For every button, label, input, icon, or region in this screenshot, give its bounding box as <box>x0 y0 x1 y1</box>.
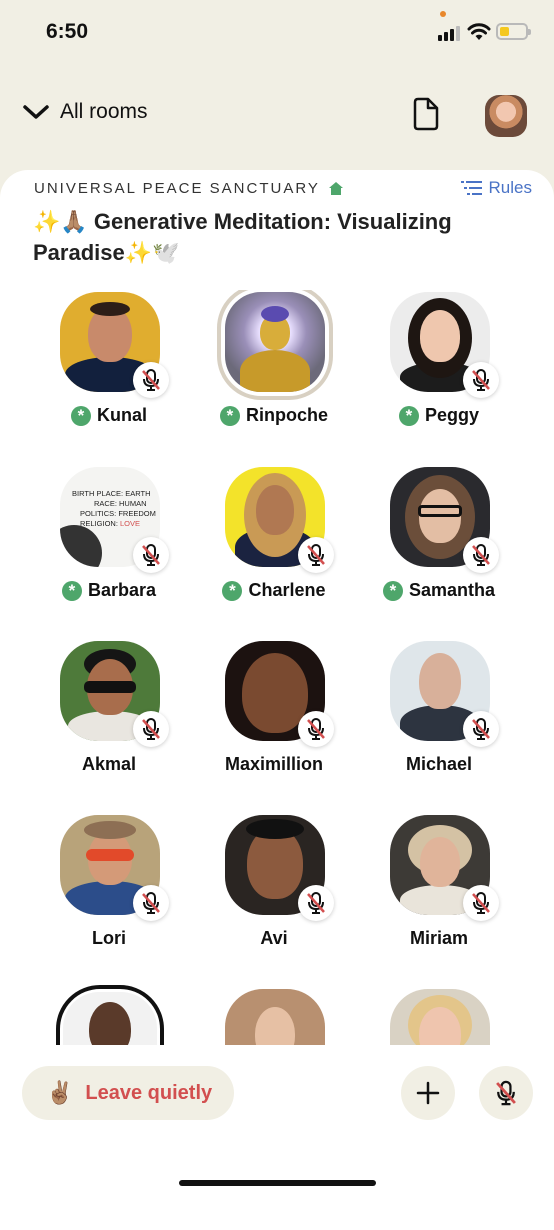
speaker-name: Maximillion <box>224 754 323 774</box>
speaker-name: Michael <box>405 754 473 774</box>
speaker-tile[interactable]: * Kunal <box>27 290 191 450</box>
avatar-text: POLITICS: FREEDOM <box>80 509 156 518</box>
speaker-tile[interactable] <box>192 987 356 1045</box>
speaker-tile[interactable]: Miriam <box>357 813 521 973</box>
speaker-grid: * Kunal * Rinpoche * Peggy BIRTH PLACE: … <box>27 290 527 1045</box>
speaker-name: Kunal <box>96 405 147 425</box>
speaker-tile[interactable]: * Peggy <box>357 290 521 450</box>
club-name: UNIVERSAL PEACE SANCTUARY <box>34 180 320 197</box>
muted-mic-icon <box>496 1080 516 1106</box>
moderator-badge-icon: * <box>222 580 243 601</box>
club-header[interactable]: UNIVERSAL PEACE SANCTUARY <box>34 180 344 197</box>
cellular-signal-icon <box>438 26 460 41</box>
room-title: ✨🙏🏽 Generative Meditation: Visualizing P… <box>33 209 452 265</box>
peace-hand-icon: ✌🏽 <box>46 1080 74 1105</box>
document-icon[interactable] <box>412 96 440 132</box>
muted-mic-icon <box>133 537 169 573</box>
muted-mic-icon <box>133 362 169 398</box>
speaker-name: Charlene <box>248 580 326 600</box>
speaking-avatar <box>56 985 164 1045</box>
speaker-name: Akmal <box>81 754 137 774</box>
avatar <box>390 989 490 1045</box>
avatar-text: RELIGION: <box>80 519 121 528</box>
speaker-tile[interactable]: * Rinpoche <box>192 290 356 450</box>
muted-mic-icon <box>133 711 169 747</box>
muted-mic-icon <box>463 362 499 398</box>
avatar-text: LOVE <box>120 519 141 528</box>
leave-quietly-button[interactable]: ✌🏽 Leave quietly <box>22 1066 234 1120</box>
speaker-name: Avi <box>260 928 288 948</box>
add-button[interactable] <box>401 1066 455 1120</box>
speaker-tile[interactable]: Avi <box>192 813 356 973</box>
speaker-tile[interactable]: Akmal <box>27 639 191 799</box>
muted-mic-icon <box>298 885 334 921</box>
speaker-tile[interactable]: BIRTH PLACE: EARTH RACE: HUMAN POLITICS:… <box>27 465 191 625</box>
speaker-tile[interactable]: Maximillion <box>192 639 356 799</box>
speaker-name: Samantha <box>408 580 496 600</box>
speaker-tile[interactable]: Michael <box>357 639 521 799</box>
home-indicator <box>179 1180 376 1186</box>
battery-icon <box>496 23 531 40</box>
moderator-badge-icon: * <box>382 580 403 601</box>
moderator-badge-icon: * <box>70 405 91 426</box>
status-bar: 6:50 <box>0 0 554 64</box>
speaker-name: Barbara <box>87 580 157 600</box>
chevron-down-icon <box>23 105 49 119</box>
mic-toggle-button[interactable] <box>479 1066 533 1120</box>
muted-mic-icon <box>463 885 499 921</box>
rules-button[interactable]: Rules <box>460 178 532 198</box>
rules-label: Rules <box>488 178 532 197</box>
speaking-avatar <box>217 290 333 400</box>
speaker-name: Miriam <box>409 928 469 948</box>
all-rooms-button[interactable]: All rooms <box>22 100 148 124</box>
muted-mic-icon <box>463 537 499 573</box>
muted-mic-icon <box>133 885 169 921</box>
house-icon <box>328 182 343 195</box>
moderator-badge-icon: * <box>398 405 419 426</box>
list-icon <box>460 181 482 195</box>
speaker-tile[interactable]: * Samantha <box>357 465 521 625</box>
speaker-tile[interactable] <box>357 987 521 1045</box>
moderator-badge-icon: * <box>219 405 240 426</box>
muted-mic-icon <box>298 711 334 747</box>
leave-quietly-label: Leave quietly <box>85 1081 213 1104</box>
speaker-name: Lori <box>92 928 126 948</box>
status-time: 6:50 <box>46 20 89 43</box>
profile-avatar[interactable] <box>485 95 527 137</box>
location-indicator <box>440 11 446 17</box>
speaker-tile[interactable] <box>27 985 191 1045</box>
wifi-icon <box>467 23 491 40</box>
muted-mic-icon <box>463 711 499 747</box>
avatar <box>225 989 325 1045</box>
plus-icon <box>416 1081 440 1105</box>
speaker-tile[interactable]: Lori <box>27 813 191 973</box>
moderator-badge-icon: * <box>61 580 82 601</box>
all-rooms-label: All rooms <box>60 100 148 123</box>
avatar-text: BIRTH PLACE: EARTH <box>72 489 151 498</box>
speaker-name: Rinpoche <box>245 405 328 425</box>
speaker-tile[interactable]: * Charlene <box>192 465 356 625</box>
avatar-text: RACE: HUMAN <box>94 499 147 508</box>
muted-mic-icon <box>298 537 334 573</box>
speaker-name: Peggy <box>424 405 480 425</box>
